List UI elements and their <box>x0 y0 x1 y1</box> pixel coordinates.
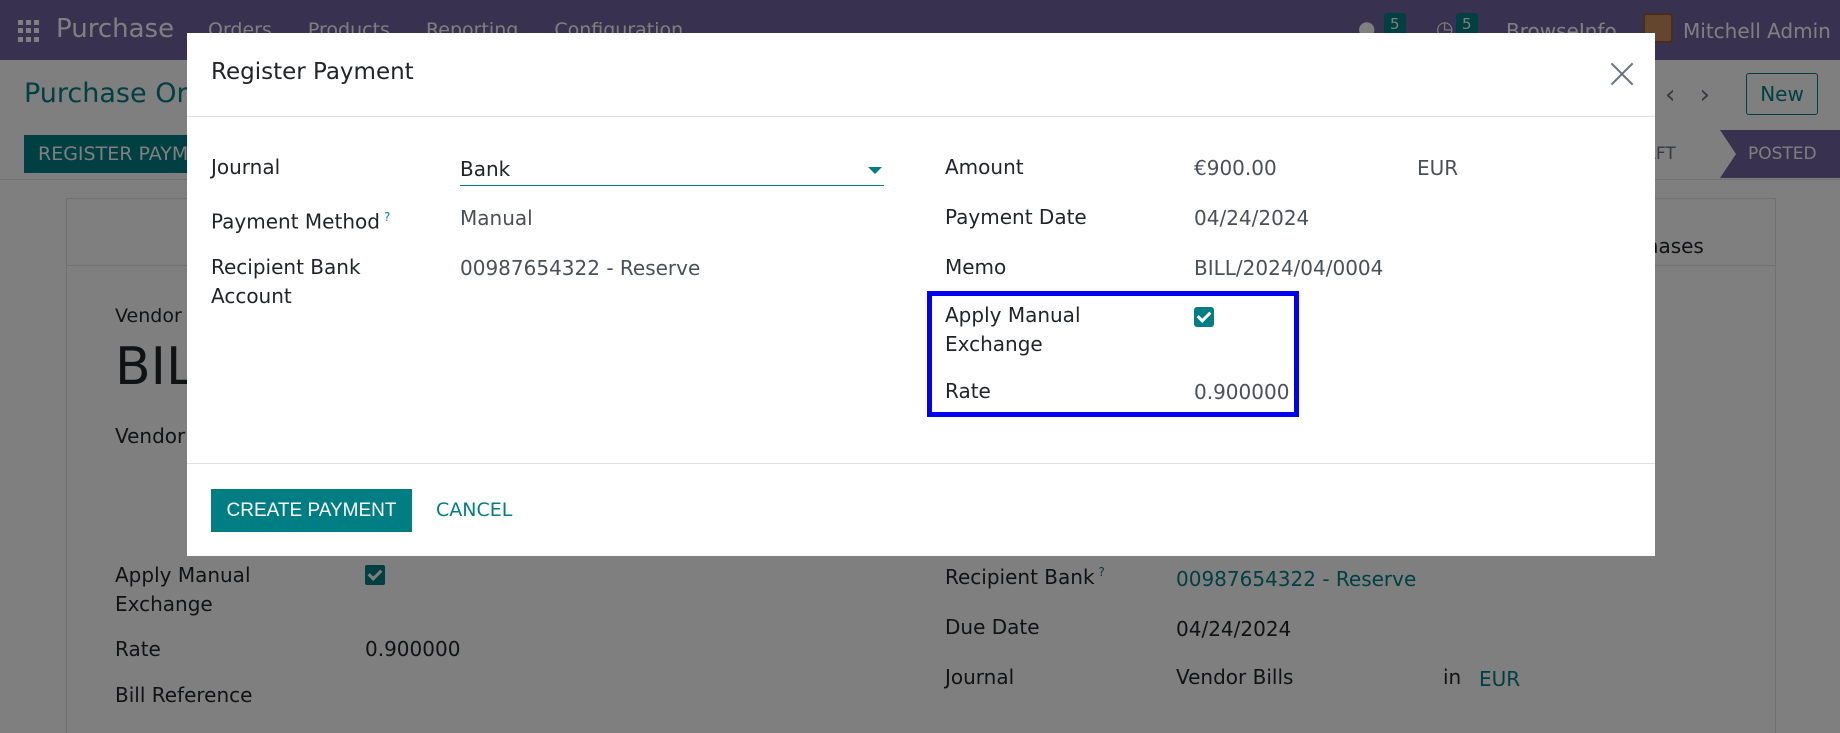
create-payment-button[interactable]: CREATE PAYMENT <box>211 489 412 532</box>
highlight-box <box>927 291 1299 417</box>
memo-label: Memo <box>945 255 1007 279</box>
register-payment-dialog: Register Payment Journal Bank Payment Me… <box>187 33 1655 556</box>
dialog-header: Register Payment <box>187 33 1655 117</box>
help-icon[interactable]: ? <box>384 210 390 224</box>
amount-label: Amount <box>945 155 1024 179</box>
dialog-footer: CREATE PAYMENT CANCEL <box>187 463 1655 556</box>
journal-label: Journal <box>211 155 281 179</box>
journal-select[interactable]: Bank <box>460 154 884 186</box>
currency-select[interactable]: EUR <box>1417 154 1458 183</box>
payment-method-label: Payment Method? <box>211 209 391 234</box>
amount-input[interactable]: €900.00 <box>1194 154 1277 183</box>
dialog-title: Register Payment <box>211 59 414 85</box>
payment-date-input[interactable]: 04/24/2024 <box>1194 204 1309 233</box>
cancel-button[interactable]: CANCEL <box>430 489 518 532</box>
recipient-bank-account-value[interactable]: 00987654322 - Reserve <box>460 254 700 283</box>
close-icon[interactable] <box>1607 59 1637 89</box>
payment-method-value[interactable]: Manual <box>460 204 533 233</box>
journal-select-value: Bank <box>460 157 511 181</box>
recipient-bank-account-label: Recipient Bank Account <box>211 255 361 308</box>
payment-date-label: Payment Date <box>945 205 1087 229</box>
memo-input[interactable]: BILL/2024/04/0004 <box>1194 254 1383 283</box>
caret-down-icon <box>868 167 882 174</box>
